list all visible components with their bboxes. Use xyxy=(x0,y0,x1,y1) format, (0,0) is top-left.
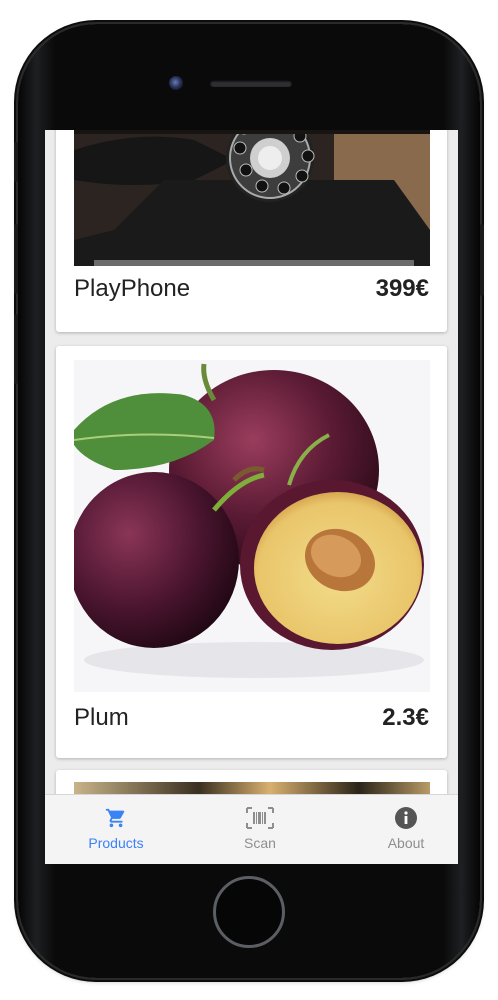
volume-up-button xyxy=(14,224,18,294)
tab-products[interactable]: Products xyxy=(47,795,185,864)
volume-down-button xyxy=(14,314,18,384)
product-image xyxy=(74,130,430,266)
bottom-tab-bar: Products Scan About xyxy=(45,794,458,864)
power-button xyxy=(480,224,484,296)
telephone-image xyxy=(74,130,430,266)
product-card[interactable]: Plum 2.3€ xyxy=(56,346,447,758)
tab-about[interactable]: About xyxy=(337,795,458,864)
plum-image xyxy=(74,363,424,678)
product-price: 399€ xyxy=(375,275,429,302)
cart-icon xyxy=(105,807,127,834)
mute-switch xyxy=(14,142,18,182)
product-price: 2.3€ xyxy=(382,704,429,731)
product-image xyxy=(74,360,430,692)
tab-label: Scan xyxy=(244,835,276,851)
product-card[interactable]: PlayPhone 399€ xyxy=(56,130,447,332)
earpiece-speaker xyxy=(210,80,292,87)
barcode-icon xyxy=(246,807,274,834)
tab-scan[interactable]: Scan xyxy=(191,795,329,864)
home-button[interactable] xyxy=(213,876,285,948)
tab-label: About xyxy=(387,835,425,851)
tab-label: Products xyxy=(88,835,144,851)
front-camera xyxy=(169,76,183,90)
app-screen: PlayPhone 399€ Plum 2.3€ Products Scan A… xyxy=(45,130,458,864)
info-icon xyxy=(395,807,417,834)
product-name: Plum xyxy=(74,704,129,731)
product-name: PlayPhone xyxy=(74,275,191,302)
